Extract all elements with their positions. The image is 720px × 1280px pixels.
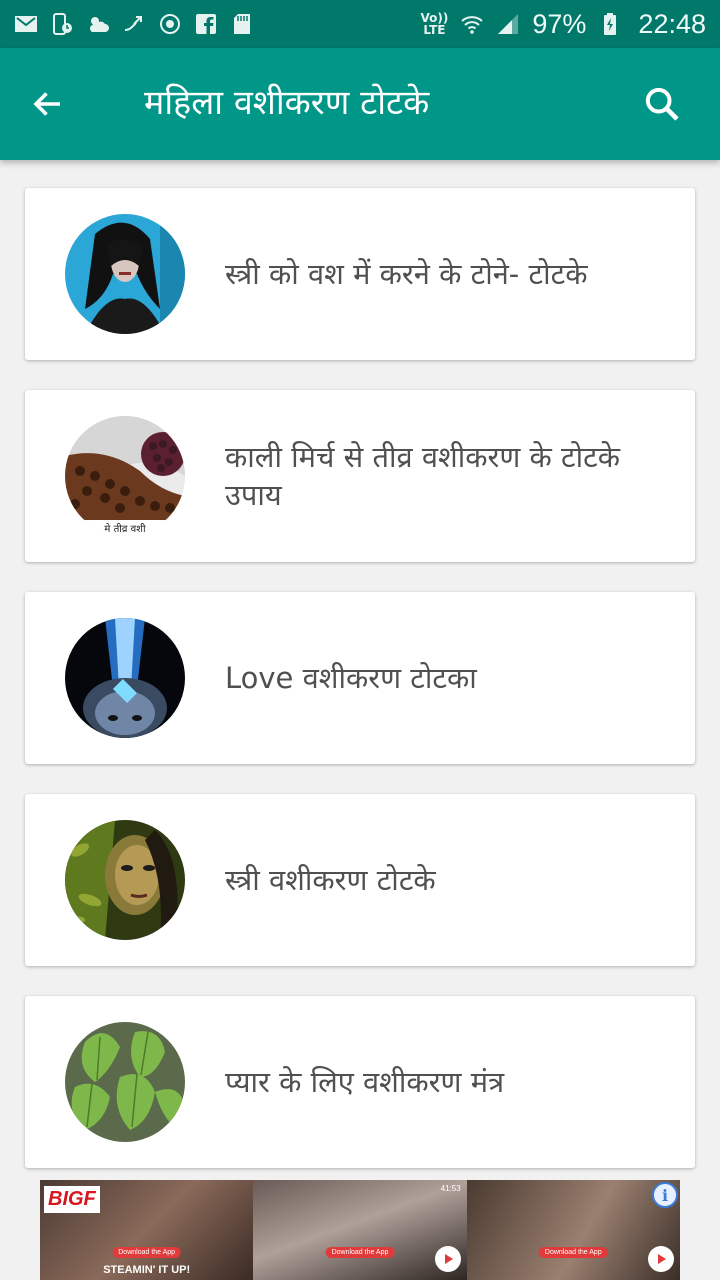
ad-download-pill[interactable]: Download the App — [112, 1247, 182, 1258]
thumbnail-peepal-leaves — [65, 1022, 185, 1142]
search-icon — [645, 87, 679, 121]
thumbnail-woman-nature — [65, 820, 185, 940]
transfer-icon — [122, 12, 146, 36]
status-bar: Vo)) LTE 97% 22:48 — [0, 0, 720, 48]
list-item-label: Love वशीकरण टोटका — [225, 661, 477, 695]
ad-banner[interactable]: BIGF Download the App STEAMIN' IT UP! 41… — [40, 1180, 680, 1280]
status-right-icons: Vo)) LTE 97% 22:48 — [421, 9, 706, 40]
sync-icon — [158, 12, 182, 36]
volte-indicator: Vo)) LTE — [420, 11, 449, 37]
battery-percentage: 97% — [532, 8, 587, 39]
wifi-icon — [460, 12, 484, 36]
search-button[interactable] — [640, 82, 684, 126]
page-title: महिला वशीकरण टोटके — [144, 83, 430, 123]
ad-download-pill[interactable]: Download the App — [538, 1247, 608, 1258]
ad-panel-1[interactable]: BIGF Download the App STEAMIN' IT UP! — [40, 1180, 254, 1280]
status-left-icons — [14, 12, 254, 36]
play-icon[interactable] — [434, 1246, 461, 1272]
thumbnail-black-pepper: मे तीव्र वशी — [65, 416, 185, 536]
list-item[interactable]: स्त्री को वश में करने के टोने- टोटके — [25, 188, 695, 360]
list-item-label: काली मिर्च से तीव्र वशीकरण के टोटके उपाय — [225, 440, 621, 512]
ad-video-time: 41:53 — [440, 1184, 461, 1193]
list-item[interactable]: स्त्री वशीकरण टोटके — [25, 794, 695, 966]
list-item-label: स्त्री वशीकरण टोटके — [225, 863, 436, 897]
sd-card-icon — [230, 12, 254, 36]
thumbnail-woman-portrait — [65, 214, 185, 334]
totke-list: स्त्री को वश में करने के टोने- टोटके मे … — [25, 188, 695, 1198]
ad-panel-2[interactable]: 41:53 Download the App — [253, 1180, 467, 1280]
clock: 22:48 — [638, 8, 706, 39]
ad-info-icon[interactable]: i — [651, 1182, 678, 1208]
mail-icon — [14, 12, 38, 36]
facebook-icon — [194, 12, 218, 36]
play-icon[interactable] — [647, 1246, 674, 1272]
app-bar: महिला वशीकरण टोटके — [0, 48, 720, 160]
list-item[interactable]: प्यार के लिए वशीकरण मंत्र — [25, 996, 695, 1168]
ad-caption: STEAMIN' IT UP! — [103, 1264, 191, 1276]
weather-icon — [86, 12, 110, 36]
back-button[interactable] — [28, 84, 68, 124]
thumbnail-caption: मे तीव्र वशी — [104, 523, 146, 535]
thumbnail-blue-mind — [65, 618, 185, 738]
ad-download-pill[interactable]: Download the App — [325, 1247, 395, 1258]
signal-icon — [496, 12, 520, 36]
list-item[interactable]: मे तीव्र वशी काली मिर्च से तीव्र वशीकरण … — [25, 390, 695, 562]
phone-timer-icon — [50, 12, 74, 36]
battery-charging-icon — [598, 12, 622, 36]
arrow-back-icon — [33, 92, 60, 116]
ad-panel-3[interactable]: i Download the App — [466, 1180, 680, 1280]
list-item-label: स्त्री को वश में करने के टोने- टोटके — [225, 257, 588, 291]
list-item-label: प्यार के लिए वशीकरण मंत्र — [225, 1065, 505, 1099]
list-item[interactable]: Love वशीकरण टोटका — [25, 592, 695, 764]
ad-brand-logo: BIGF — [44, 1186, 100, 1213]
